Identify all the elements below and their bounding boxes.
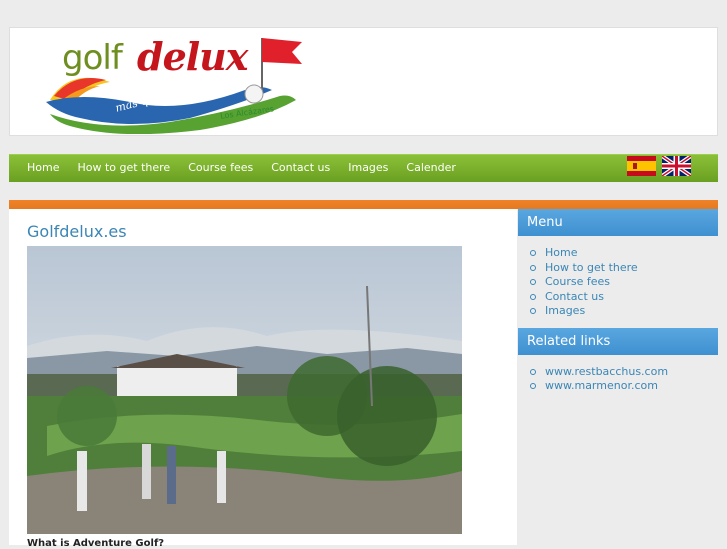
english-flag-icon[interactable] bbox=[662, 156, 691, 176]
sidebar-menu: Home How to get there Course fees Contac… bbox=[518, 236, 718, 328]
bullet-icon bbox=[530, 383, 536, 390]
sidebar-item-how-to-get-there[interactable]: How to get there bbox=[530, 261, 718, 276]
spanish-flag-icon[interactable] bbox=[627, 156, 656, 176]
site-logo[interactable]: golf delux más que minigolf Los Alcázare… bbox=[40, 30, 305, 134]
nav-item-how-to-get-there[interactable]: How to get there bbox=[77, 161, 170, 175]
nav-item-course-fees[interactable]: Course fees bbox=[188, 161, 253, 175]
page-title: Golfdelux.es bbox=[27, 222, 127, 241]
sidebar-menu-title: Menu bbox=[518, 209, 718, 236]
nav-item-contact-us[interactable]: Contact us bbox=[271, 161, 330, 175]
accent-bar bbox=[9, 200, 718, 209]
minigolf-course-photo bbox=[27, 246, 462, 534]
logo-word-golf: golf bbox=[62, 38, 123, 78]
logo-word-delux: delux bbox=[137, 34, 248, 79]
sidebar-item-label: Home bbox=[545, 246, 578, 259]
nav-item-home[interactable]: Home bbox=[27, 161, 59, 175]
bullet-icon bbox=[530, 368, 536, 375]
related-link-label: www.restbacchus.com bbox=[545, 364, 669, 378]
related-link-marmenor[interactable]: www.marmenor.com bbox=[530, 379, 718, 394]
related-link-restbacchus[interactable]: www.restbacchus.com bbox=[530, 365, 718, 380]
bullet-icon bbox=[530, 250, 536, 257]
main-nav: Home How to get there Course fees Contac… bbox=[9, 154, 718, 182]
related-links-title: Related links bbox=[518, 327, 718, 355]
language-switcher bbox=[627, 156, 691, 176]
sidebar-item-label: Course fees bbox=[545, 275, 611, 288]
related-links-list: www.restbacchus.com www.marmenor.com bbox=[518, 355, 718, 403]
sidebar-item-images[interactable]: Images bbox=[530, 304, 718, 319]
nav-item-images[interactable]: Images bbox=[348, 161, 388, 175]
site-header: golf delux más que minigolf Los Alcázare… bbox=[9, 27, 718, 136]
sidebar: Menu Home How to get there Course fees C… bbox=[518, 209, 718, 545]
nav-item-calender[interactable]: Calender bbox=[406, 161, 456, 175]
bullet-icon bbox=[530, 293, 536, 300]
sidebar-item-contact-us[interactable]: Contact us bbox=[530, 290, 718, 305]
bullet-icon bbox=[530, 279, 536, 286]
sidebar-item-course-fees[interactable]: Course fees bbox=[530, 275, 718, 290]
sidebar-item-label: How to get there bbox=[545, 260, 638, 274]
bullet-icon bbox=[530, 308, 536, 315]
related-link-label: www.marmenor.com bbox=[545, 379, 658, 392]
bullet-icon bbox=[530, 264, 536, 271]
sidebar-item-label: Images bbox=[545, 304, 586, 317]
main-content: Golfdelux.es What is Adventure Golf? bbox=[9, 209, 517, 549]
article-heading: What is Adventure Golf? bbox=[27, 538, 165, 549]
sidebar-item-home[interactable]: Home bbox=[530, 246, 718, 261]
sidebar-item-label: Contact us bbox=[545, 289, 604, 303]
